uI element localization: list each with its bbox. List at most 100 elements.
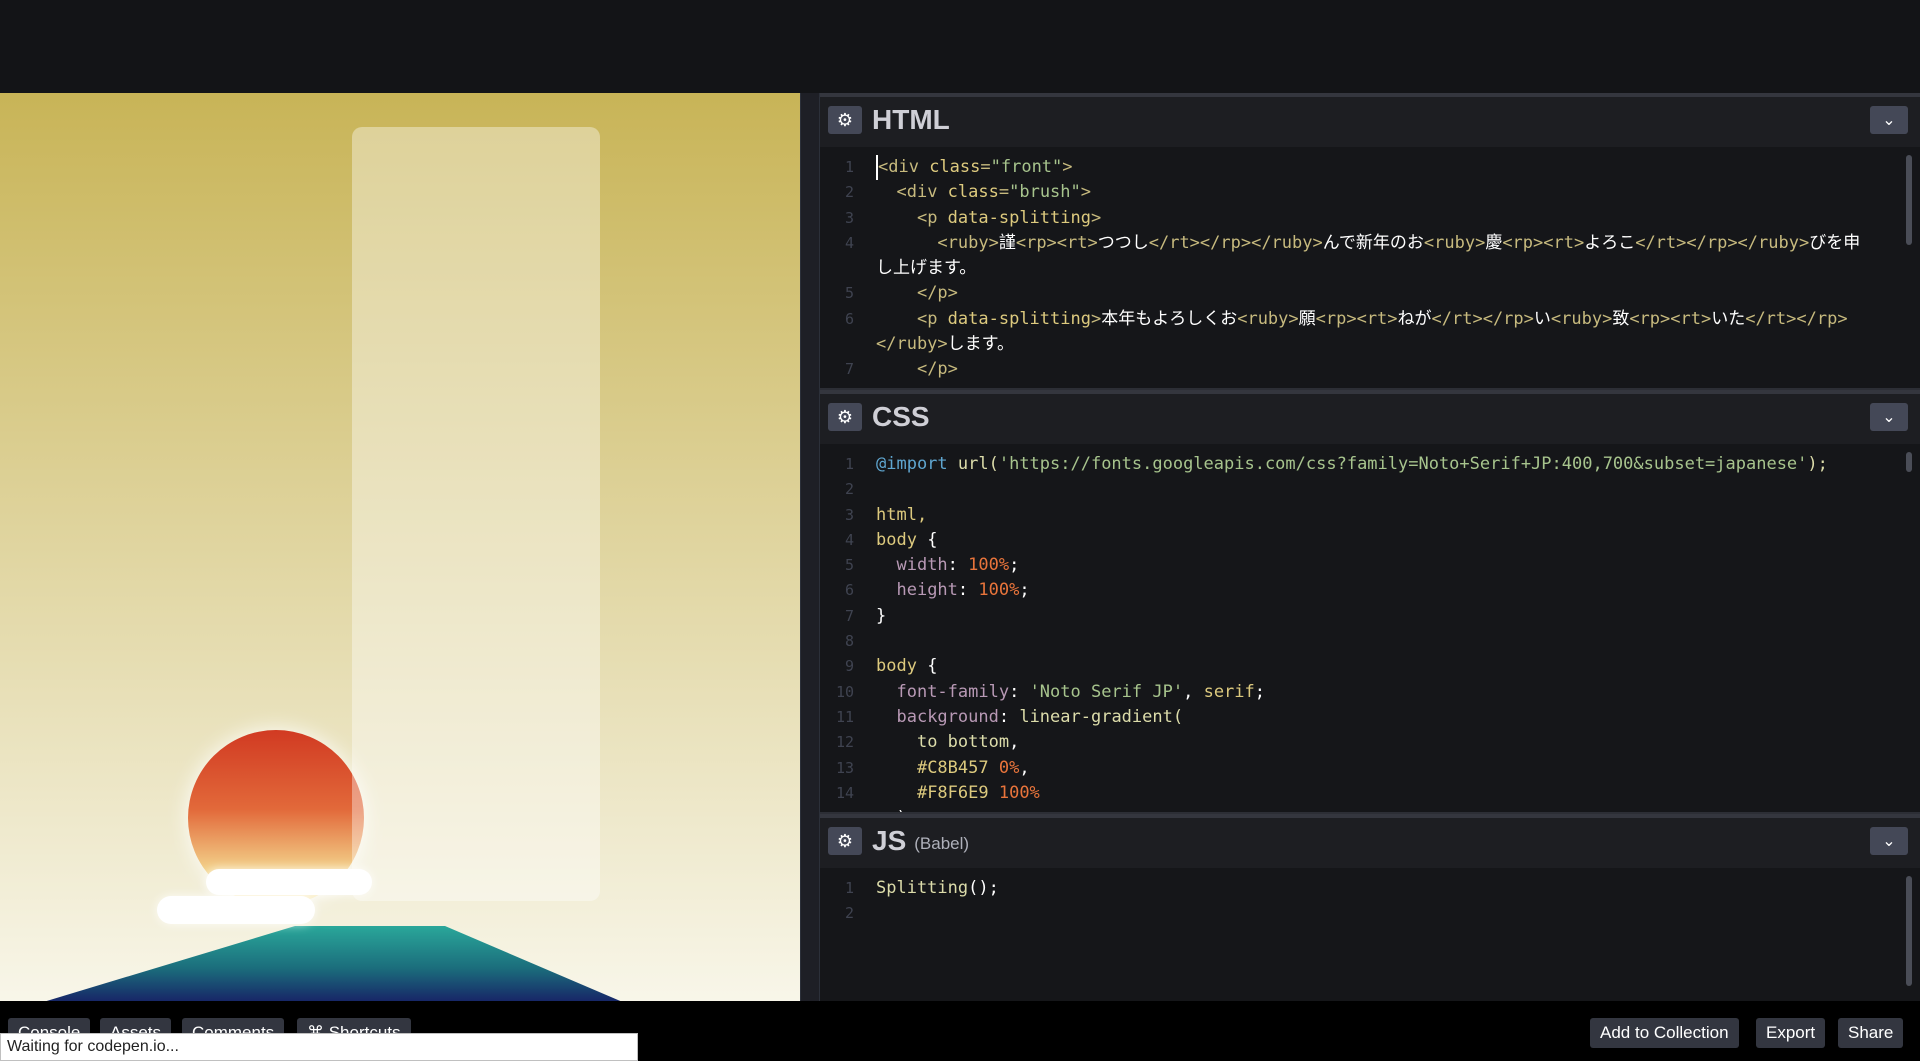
code-line[interactable]: 13 #C8B457 0%, xyxy=(820,756,1920,781)
line-number: 2 xyxy=(844,183,854,202)
code-text: <div class="front"> xyxy=(876,155,1073,181)
code-text: html, xyxy=(876,504,928,525)
line-number: 2 xyxy=(844,480,854,499)
line-number: 14 xyxy=(835,783,854,802)
line-number: 13 xyxy=(835,758,854,777)
code-line[interactable]: 5 width: 100%; xyxy=(820,553,1920,578)
line-number: 5 xyxy=(844,284,854,303)
gear-icon[interactable]: ⚙ xyxy=(828,403,862,431)
code-line[interactable]: 1 <div class="front"> xyxy=(820,155,1920,181)
top-bar xyxy=(0,0,1920,93)
code-line[interactable]: 2 xyxy=(820,901,1920,926)
code-text: background: linear-gradient( xyxy=(896,706,1184,727)
code-text: to bottom, xyxy=(916,732,1020,753)
code-line[interactable]: 4 body { xyxy=(820,528,1920,553)
code-line[interactable]: し上げます。 xyxy=(820,256,1920,281)
gear-icon[interactable]: ⚙ xyxy=(828,106,862,134)
line-number: 4 xyxy=(844,233,854,252)
line-number: 6 xyxy=(844,581,854,600)
editor-subtitle: (Babel) xyxy=(914,833,970,853)
code-line[interactable]: </ruby>します。 xyxy=(820,332,1920,357)
html-editor: ⚙ HTML ⌄ 1 <div class="front"> 2 <div clas… xyxy=(820,93,1920,388)
code-line[interactable]: 7 </p> xyxy=(820,357,1920,382)
code-text: し上げます。 xyxy=(876,258,977,279)
code-text: </p> xyxy=(916,359,958,380)
code-line[interactable]: 1 Splitting(); xyxy=(820,876,1920,901)
pane-resizer[interactable] xyxy=(800,93,820,1001)
line-number: 7 xyxy=(844,360,854,379)
chevron-down-icon[interactable]: ⌄ xyxy=(1870,827,1908,855)
line-number: 12 xyxy=(835,733,854,752)
editor-title: HTML xyxy=(872,104,950,135)
code-text: Splitting(); xyxy=(876,878,999,898)
editor-title: CSS xyxy=(872,401,930,432)
scrollbar[interactable] xyxy=(1906,155,1912,245)
editor-title: JS xyxy=(872,825,907,856)
editor-header: ⚙ JS (Babel) ⌄ xyxy=(820,814,1920,864)
chevron-down-icon[interactable]: ⌄ xyxy=(1870,106,1908,134)
code-text: #F8F6E9 100% xyxy=(916,782,1040,803)
cloud xyxy=(206,869,372,895)
line-number xyxy=(820,256,876,281)
line-number xyxy=(820,332,876,357)
editor-header: ⚙ CSS ⌄ xyxy=(820,390,1920,440)
code-text: #C8B457 0%, xyxy=(916,757,1030,778)
gear-icon[interactable]: ⚙ xyxy=(828,827,862,855)
code-text: width: 100%; xyxy=(896,555,1020,576)
result-preview[interactable] xyxy=(0,93,800,1001)
code-area[interactable]: 1 Splitting(); 2 xyxy=(820,868,1920,1001)
line-number: 8 xyxy=(844,632,854,651)
code-area[interactable]: 1 @import url('https://fonts.googleapis.c… xyxy=(820,444,1920,812)
code-line[interactable]: 4 <ruby>謹<rp><rt>つつし</rt></rp></ruby>んで新… xyxy=(820,231,1920,256)
add-to-collection-button[interactable]: Add to Collection xyxy=(1590,1018,1739,1048)
code-text: <p data-splitting>本年もよろしくお<ruby>願<rp><rt… xyxy=(916,308,1848,329)
code-line[interactable]: 8 xyxy=(820,629,1920,654)
code-line[interactable]: 3 html, xyxy=(820,503,1920,528)
code-line[interactable]: 14 #F8F6E9 100% xyxy=(820,781,1920,806)
code-text: <p data-splitting> xyxy=(916,207,1102,228)
code-line[interactable]: 2 xyxy=(820,477,1920,502)
line-number: 3 xyxy=(844,208,854,227)
line-number: 7 xyxy=(844,606,854,625)
code-line[interactable]: 9 body { xyxy=(820,654,1920,679)
code-line[interactable]: 1 @import url('https://fonts.googleapis.c… xyxy=(820,452,1920,477)
line-number: 1 xyxy=(844,455,854,473)
code-line[interactable]: 5 </p> xyxy=(820,281,1920,306)
share-button[interactable]: Share xyxy=(1838,1018,1904,1048)
editor-header: ⚙ HTML ⌄ xyxy=(820,93,1920,143)
export-button[interactable]: Export xyxy=(1756,1018,1826,1048)
scrollbar[interactable] xyxy=(1906,876,1912,986)
css-editor: ⚙ CSS ⌄ 1 @import url('https://fonts.goog… xyxy=(820,390,1920,812)
line-number: 1 xyxy=(844,158,854,176)
chevron-down-icon[interactable]: ⌄ xyxy=(1870,403,1908,431)
code-line[interactable]: 6 height: 100%; xyxy=(820,578,1920,603)
code-area[interactable]: 1 <div class="front"> 2 <div class="brush"… xyxy=(820,147,1920,388)
line-number: 1 xyxy=(844,879,854,897)
code-line[interactable]: 10 font-family: 'Noto Serif JP', serif; xyxy=(820,680,1920,705)
code-text: <div class="brush"> xyxy=(896,182,1092,203)
code-line[interactable]: 11 background: linear-gradient( xyxy=(820,705,1920,730)
code-line[interactable]: 2 <div class="brush"> xyxy=(820,180,1920,205)
code-text: body { xyxy=(876,656,938,677)
code-line[interactable]: 6 <p data-splitting>本年もよろしくお<ruby>願<rp><… xyxy=(820,307,1920,332)
code-text: </p> xyxy=(916,283,958,304)
code-line[interactable]: 12 to bottom, xyxy=(820,730,1920,755)
line-number: 6 xyxy=(844,309,854,328)
line-number: 5 xyxy=(844,556,854,575)
line-number: 10 xyxy=(835,682,854,701)
code-text: font-family: 'Noto Serif JP', serif; xyxy=(896,681,1266,702)
code-text: @import url('https://fonts.googleapis.co… xyxy=(876,454,1828,474)
line-number: 3 xyxy=(844,505,854,524)
status-bar: Waiting for codepen.io... xyxy=(0,1033,638,1061)
line-number: 2 xyxy=(844,904,854,923)
line-number: 4 xyxy=(844,530,854,549)
cloud xyxy=(157,896,315,924)
code-text: body { xyxy=(876,529,938,550)
code-text: <ruby>謹<rp><rt>つつし</rt></rp></ruby>んで新年の… xyxy=(937,232,1861,253)
scrollbar[interactable] xyxy=(1906,452,1912,472)
line-number: 9 xyxy=(844,657,854,676)
js-editor: ⚙ JS (Babel) ⌄ 1 Splitting(); 2 xyxy=(820,814,1920,1001)
code-line[interactable]: 3 <p data-splitting> xyxy=(820,206,1920,231)
line-number: 11 xyxy=(835,707,854,726)
code-line[interactable]: 7} xyxy=(820,604,1920,629)
